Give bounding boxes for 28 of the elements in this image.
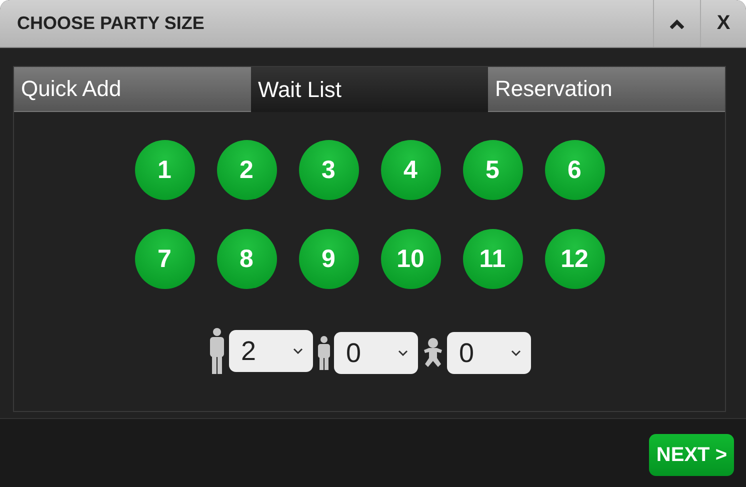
party-size-button[interactable]: 6 bbox=[544, 140, 604, 200]
baby-icon bbox=[422, 338, 444, 368]
party-size-button[interactable]: 7 bbox=[134, 229, 194, 289]
window-title: CHOOSE PARTY SIZE bbox=[16, 13, 206, 34]
party-size-button[interactable]: 10 bbox=[380, 229, 440, 289]
close-button[interactable]: X bbox=[700, 0, 746, 47]
child-figure-icon bbox=[317, 336, 331, 370]
party-size-button[interactable]: 3 bbox=[298, 140, 358, 200]
party-size-button[interactable]: 5 bbox=[462, 140, 522, 200]
chevron-up-icon bbox=[670, 18, 684, 28]
next-button[interactable]: NEXT > bbox=[649, 434, 734, 476]
guest-count-select[interactable]: 0 bbox=[334, 332, 418, 374]
tab[interactable]: Quick Add bbox=[14, 67, 251, 112]
tab[interactable]: Reservation bbox=[488, 67, 725, 112]
party-size-button[interactable]: 4 bbox=[380, 140, 440, 200]
party-size-button[interactable]: 1 bbox=[134, 140, 194, 200]
caret-down-icon bbox=[293, 348, 303, 354]
party-size-button[interactable]: 12 bbox=[544, 229, 604, 289]
caret-down-icon bbox=[398, 350, 408, 356]
adult-figure-icon bbox=[208, 328, 226, 374]
caret-down-icon bbox=[511, 350, 521, 356]
guest-count-select[interactable]: 2 bbox=[229, 330, 313, 372]
tab[interactable]: Wait List bbox=[251, 67, 488, 112]
guest-count-select[interactable]: 0 bbox=[447, 332, 531, 374]
party-size-button[interactable]: 8 bbox=[216, 229, 276, 289]
party-size-button[interactable]: 11 bbox=[462, 229, 522, 289]
party-size-button[interactable]: 2 bbox=[216, 140, 276, 200]
party-size-button[interactable]: 9 bbox=[298, 229, 358, 289]
